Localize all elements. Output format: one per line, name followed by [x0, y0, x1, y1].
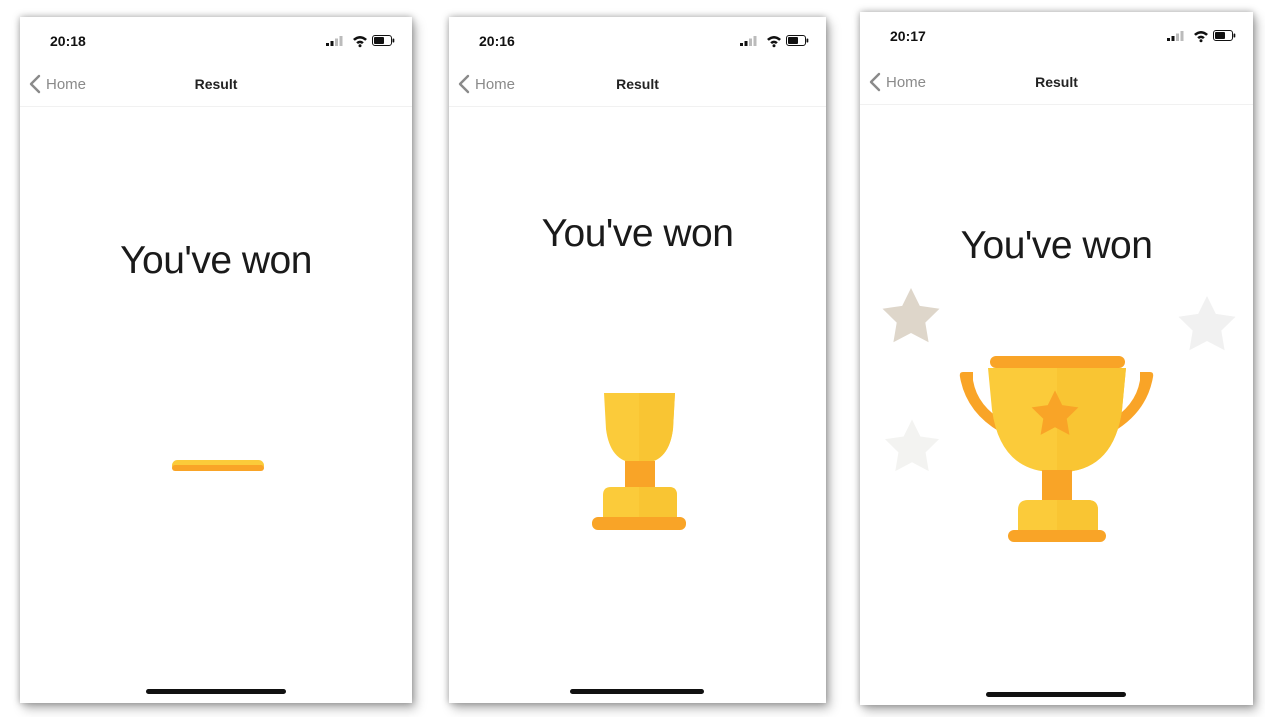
trophy-animation [592, 393, 686, 530]
status-time: 20:17 [890, 28, 926, 44]
status-icons [1167, 30, 1236, 43]
status-bar: 20:17 [860, 12, 1253, 58]
wifi-icon [353, 36, 367, 48]
status-icons [326, 35, 395, 48]
trophy-icon [592, 393, 686, 530]
status-time: 20:18 [50, 33, 86, 49]
wifi-icon [1194, 31, 1208, 43]
trophy-plinth [1008, 530, 1106, 542]
result-message: You've won [541, 212, 734, 255]
cellular-signal-icon [740, 36, 757, 46]
trophy-plinth [592, 517, 686, 530]
status-bar: 20:16 [449, 17, 826, 63]
trophy-icon [959, 356, 1154, 542]
navigation-bar: Home Result [860, 60, 1253, 105]
phone-screen-1: 20:18 Home Result You've won [20, 17, 412, 703]
battery-icon [372, 35, 395, 46]
trophy-animation [882, 288, 1236, 542]
battery-icon [1213, 30, 1236, 41]
star-icon [884, 419, 940, 472]
star-icon [882, 288, 940, 343]
home-indicator[interactable] [570, 689, 704, 694]
status-icons [740, 35, 809, 48]
cellular-signal-icon [326, 36, 343, 46]
trophy-stem [1042, 470, 1072, 502]
page-title: Result [616, 76, 659, 92]
page-title: Result [1035, 74, 1078, 90]
home-indicator[interactable] [986, 692, 1126, 697]
phone-screen-2: 20:16 Home Result You've won [449, 17, 826, 703]
trophy-rim [990, 356, 1125, 368]
result-message: You've won [120, 239, 312, 282]
home-indicator[interactable] [146, 689, 286, 694]
result-message: You've won [960, 224, 1153, 267]
battery-icon [786, 35, 809, 46]
wifi-icon [767, 36, 781, 48]
cellular-signal-icon [1167, 31, 1184, 41]
trophy-stem [625, 461, 655, 489]
page-title: Result [194, 76, 238, 92]
trophy-animation [172, 460, 264, 471]
phone-screen-3: 20:17 Home Result You've won [860, 12, 1253, 705]
status-time: 20:16 [479, 33, 515, 49]
star-icon [1178, 296, 1236, 351]
status-bar: 20:18 [20, 17, 412, 63]
navigation-bar: Home Result [449, 62, 826, 107]
navigation-bar: Home Result [20, 62, 412, 107]
